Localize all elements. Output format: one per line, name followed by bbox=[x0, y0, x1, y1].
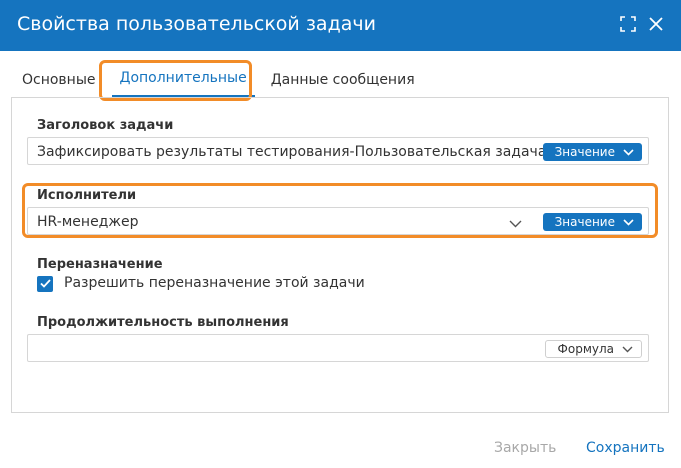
chevron-down-icon bbox=[622, 342, 633, 356]
reassignment-checkbox-label[interactable]: Разрешить переназначение этой задачи bbox=[64, 275, 365, 291]
tab-basic[interactable]: Основные bbox=[12, 62, 106, 98]
reassignment-checkbox[interactable] bbox=[37, 276, 53, 292]
task-title-label: Заголовок задачи bbox=[37, 118, 174, 133]
close-icon[interactable] bbox=[647, 15, 665, 33]
reassignment-label: Переназначение bbox=[37, 257, 163, 272]
save-button[interactable]: Сохранить bbox=[586, 440, 665, 456]
task-title-mode-label: Значение bbox=[554, 145, 615, 159]
task-title-value: Зафиксировать результаты тестирования-По… bbox=[37, 144, 547, 160]
duration-mode-label: Формула bbox=[557, 342, 614, 356]
tab-highlight-outline bbox=[99, 60, 252, 101]
dialog-title: Свойства пользовательской задачи bbox=[17, 13, 376, 35]
duration-label: Продолжительность выполнения bbox=[37, 315, 289, 330]
duration-mode-button[interactable]: Формула bbox=[544, 340, 642, 358]
dialog-titlebar: Свойства пользовательской задачи bbox=[0, 0, 681, 51]
checkmark-icon bbox=[39, 275, 51, 293]
expand-icon[interactable] bbox=[619, 15, 637, 33]
tab-message-data[interactable]: Данные сообщения bbox=[261, 62, 425, 98]
duration-field[interactable]: Формула bbox=[27, 334, 649, 362]
task-title-field[interactable]: Зафиксировать результаты тестирования-По… bbox=[27, 137, 649, 165]
assignees-highlight-outline bbox=[22, 183, 658, 238]
close-button[interactable]: Закрыть bbox=[494, 440, 556, 456]
chevron-down-icon bbox=[623, 145, 634, 159]
task-title-mode-button[interactable]: Значение bbox=[542, 143, 642, 161]
task-properties-dialog: Свойства пользовательской задачи Основны… bbox=[0, 0, 681, 468]
